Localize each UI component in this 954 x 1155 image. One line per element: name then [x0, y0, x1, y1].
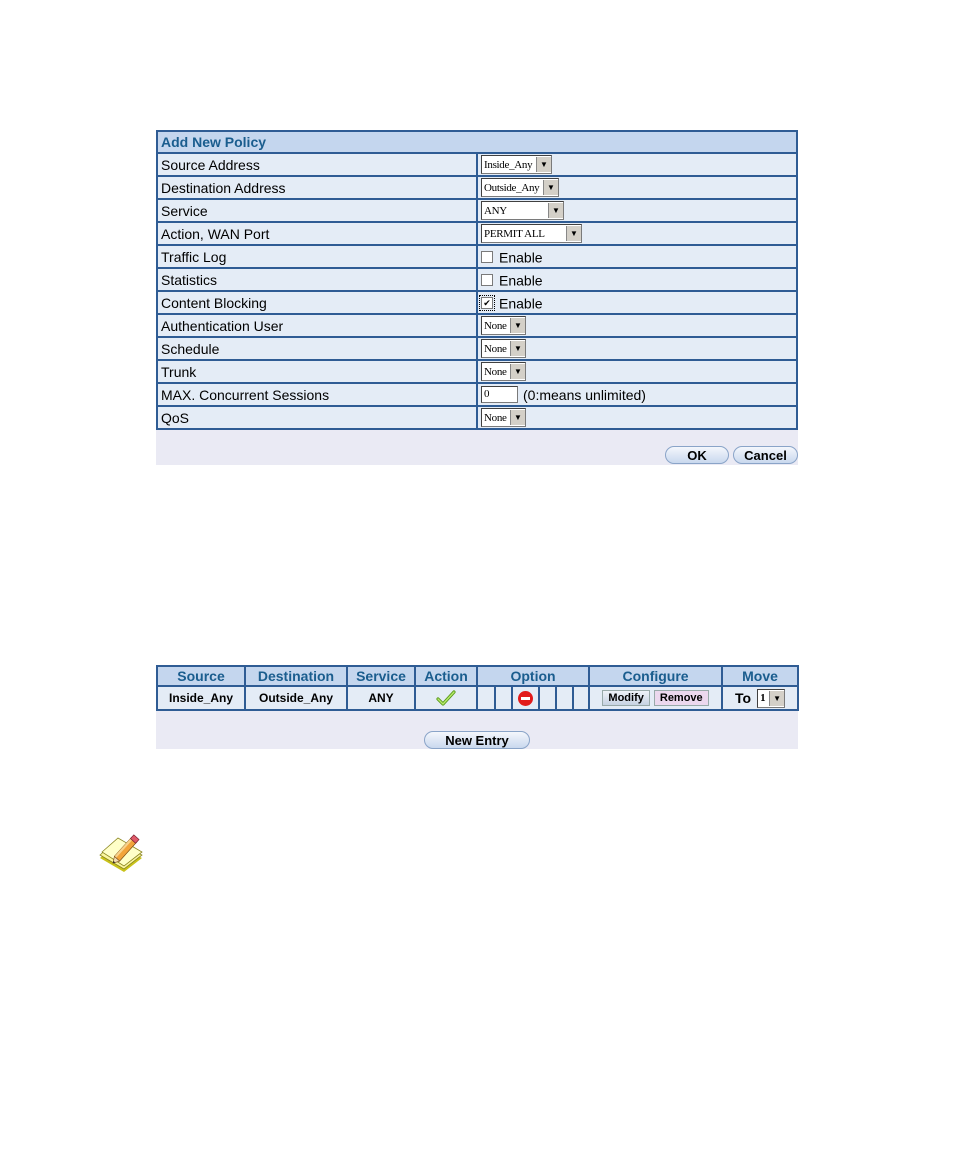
form-footer: OK Cancel — [156, 430, 798, 465]
field-label: Schedule — [156, 336, 478, 361]
option-cell — [494, 685, 513, 711]
form-row-trunk: Trunk None ▼ — [156, 359, 798, 384]
chevron-down-icon: ▼ — [769, 690, 785, 706]
form-row-source-address: Source Address Inside_Any ▼ — [156, 152, 798, 177]
column-header-move: Move — [721, 665, 800, 687]
content-blocking-checkbox[interactable]: ✔ — [479, 295, 495, 312]
form-row-max-concurrent-sessions: MAX. Concurrent Sessions 0 (0:means unlim… — [156, 382, 798, 407]
trunk-select[interactable]: None ▼ — [481, 362, 526, 381]
form-row-action-wan-port: Action, WAN Port PERMIT ALL ▼ — [156, 221, 798, 246]
column-header-source: Source — [156, 665, 246, 687]
form-row-traffic-log: Traffic Log Enable — [156, 244, 798, 269]
table-row: Inside_Any Outside_Any ANY Modify Remove … — [156, 685, 800, 711]
chevron-down-icon: ▼ — [510, 341, 525, 356]
new-entry-button[interactable]: New Entry — [424, 731, 530, 749]
field-label: Destination Address — [156, 175, 478, 200]
policy-list-table: Source Destination Service Action Option… — [156, 665, 800, 711]
cell-source: Inside_Any — [156, 685, 246, 711]
chevron-down-icon: ▼ — [510, 364, 525, 379]
option-cell — [511, 685, 540, 711]
column-header-option: Option — [475, 665, 591, 687]
field-label: Traffic Log — [156, 244, 478, 269]
chevron-down-icon: ▼ — [543, 180, 558, 195]
service-select[interactable]: ANY ▼ — [481, 201, 564, 220]
chevron-down-icon: ▼ — [510, 410, 525, 425]
option-cell — [555, 685, 574, 711]
traffic-log-checkbox[interactable] — [481, 251, 493, 264]
chevron-down-icon: ▼ — [536, 157, 551, 172]
form-row-statistics: Statistics Enable — [156, 267, 798, 292]
qos-select[interactable]: None ▼ — [481, 408, 526, 427]
option-cell — [538, 685, 557, 711]
chevron-down-icon: ▼ — [510, 318, 525, 333]
cell-configure: Modify Remove — [588, 685, 724, 711]
list-footer: New Entry — [156, 711, 798, 749]
remove-button[interactable]: Remove — [653, 690, 709, 706]
checkmark-icon: ✔ — [483, 298, 491, 309]
table-header-row: Source Destination Service Action Option… — [156, 665, 800, 687]
cancel-button[interactable]: Cancel — [733, 446, 798, 464]
option-cell — [571, 685, 591, 711]
form-row-qos: QoS None ▼ — [156, 405, 798, 430]
note-pencil-icon — [99, 834, 143, 872]
policy-form-table: Add New Policy Source Address Inside_Any… — [156, 130, 798, 430]
checkbox-label: Enable — [499, 272, 543, 289]
form-row-schedule: Schedule None ▼ — [156, 336, 798, 361]
form-row-destination-address: Destination Address Outside_Any ▼ — [156, 175, 798, 200]
chevron-down-icon: ▼ — [548, 203, 563, 218]
field-label: Action, WAN Port — [156, 221, 478, 246]
column-header-action: Action — [414, 665, 478, 687]
check-icon — [436, 690, 456, 706]
stop-icon — [518, 690, 533, 706]
cell-action — [414, 685, 478, 711]
destination-address-select[interactable]: Outside_Any ▼ — [481, 178, 559, 197]
field-label: Statistics — [156, 267, 478, 292]
checkbox-label: Enable — [499, 249, 543, 266]
option-cell — [476, 685, 496, 711]
cell-destination: Outside_Any — [244, 685, 348, 711]
ok-button[interactable]: OK — [665, 446, 729, 464]
cell-move: To 1 ▼ — [721, 685, 800, 711]
form-row-authentication-user: Authentication User None ▼ — [156, 313, 798, 338]
field-label: QoS — [156, 405, 478, 430]
field-label: Content Blocking — [156, 290, 478, 315]
move-position-select[interactable]: 1 ▼ — [757, 688, 786, 708]
field-label: Source Address — [156, 152, 478, 177]
cell-service: ANY — [346, 685, 416, 711]
form-row-content-blocking: Content Blocking ✔ Enable — [156, 290, 798, 315]
field-label: MAX. Concurrent Sessions — [156, 382, 478, 407]
move-to-label: To — [735, 690, 752, 706]
chevron-down-icon: ▼ — [566, 226, 581, 241]
authentication-user-select[interactable]: None ▼ — [481, 316, 526, 335]
modify-button[interactable]: Modify — [602, 690, 650, 706]
max-sessions-hint: (0:means unlimited) — [523, 386, 646, 403]
checkbox-label: Enable — [499, 295, 543, 312]
field-label: Service — [156, 198, 478, 223]
column-header-service: Service — [346, 665, 416, 687]
field-label: Authentication User — [156, 313, 478, 338]
max-sessions-input[interactable]: 0 — [481, 386, 518, 404]
form-row-service: Service ANY ▼ — [156, 198, 798, 223]
column-header-destination: Destination — [244, 665, 348, 687]
field-label: Trunk — [156, 359, 478, 384]
policy-list: Source Destination Service Action Option… — [156, 665, 800, 749]
statistics-checkbox[interactable] — [481, 274, 493, 287]
schedule-select[interactable]: None ▼ — [481, 339, 526, 358]
form-title: Add New Policy — [156, 130, 798, 154]
add-new-policy-form: Add New Policy Source Address Inside_Any… — [156, 130, 798, 465]
column-header-configure: Configure — [588, 665, 724, 687]
source-address-select[interactable]: Inside_Any ▼ — [481, 155, 552, 174]
action-wan-port-select[interactable]: PERMIT ALL ▼ — [481, 224, 582, 243]
